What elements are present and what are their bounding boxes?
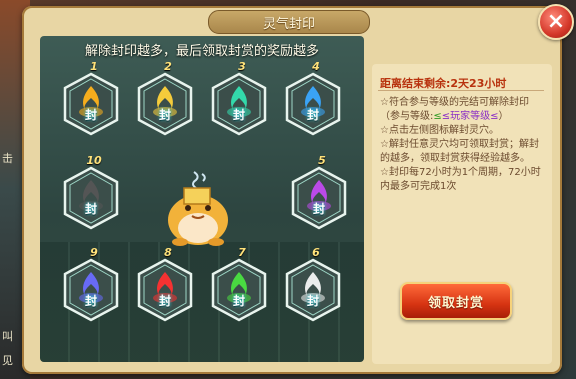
rules-text: ☆符合参与等级的完结可解除封印 （参与等级:≤≤玩家等级≤） ☆点击左侧图标解封… (380, 96, 548, 194)
rule-eligible: ☆符合参与等级的完结可解除封印 (380, 97, 529, 108)
panel-title: 灵气封印 (208, 10, 370, 34)
countdown-value: 2天23小时 (450, 77, 507, 90)
seal-slot-10[interactable]: 10 封 (62, 154, 120, 230)
seal-hexagon-icon (137, 258, 193, 322)
seal-label: 封 (312, 202, 325, 216)
seal-label: 封 (232, 108, 245, 122)
seal-hexagon-icon (211, 72, 267, 136)
seal-hexagon-icon (137, 72, 193, 136)
seal-hexagon-icon (291, 166, 347, 230)
seal-hexagon-icon (63, 166, 119, 230)
seal-label: 封 (232, 294, 245, 308)
seal-slot-7[interactable]: 7封 (210, 246, 268, 322)
info-divider (378, 90, 544, 91)
seal-label: 封 (84, 202, 97, 216)
side-text-b: 叫 (2, 330, 13, 343)
close-button[interactable]: × (538, 4, 574, 40)
side-text-a: 击 (2, 152, 13, 165)
seal-slot-6[interactable]: 6封 (284, 246, 342, 322)
rule-level-min: ≤ (433, 111, 442, 122)
rule-cycle: ☆封印每72小时为1个周期，72小时内最多可完成1次 (380, 167, 541, 192)
seal-label: 封 (306, 294, 319, 308)
seal-label: 封 (84, 294, 97, 308)
seal-label: 封 (306, 108, 319, 122)
seal-hexagon-icon (285, 72, 341, 136)
seal-slot-5[interactable]: 5封 (290, 154, 348, 230)
seal-slot-2[interactable]: 2封 (136, 60, 194, 136)
rule-level-prefix: （参与等级: (380, 111, 434, 122)
seal-label: 封 (158, 294, 171, 308)
seal-slot-8[interactable]: 8封 (136, 246, 194, 322)
claim-reward-button[interactable]: 领取封赏 (400, 282, 512, 320)
close-icon: × (546, 9, 566, 34)
rule-level-suffix: ） (498, 111, 509, 122)
rule-click: ☆点击左侧图标解封灵穴。 (380, 125, 499, 136)
seal-label: 封 (158, 108, 171, 122)
countdown: 距离结束剩余:2天23小时 (380, 72, 550, 91)
seal-hexagon-icon (63, 72, 119, 136)
seal-hexagon-icon (211, 258, 267, 322)
seal-hexagon-icon (63, 258, 119, 322)
rule-reward: ☆解封任意灵穴均可领取封赏；解封的越多，领取封赏获得经验越多。 (380, 139, 539, 164)
spirit-creature-icon (168, 171, 228, 246)
seal-slot-1[interactable]: 1封 (62, 60, 120, 136)
seal-slot-4[interactable]: 4封 (284, 60, 342, 136)
reward-banner: 解除封印越多，最后领取封赏的奖励越多 (84, 43, 319, 59)
side-text-c: 见 (2, 354, 13, 367)
rule-level-player: ≤玩家等级≤ (441, 111, 499, 122)
seal-label: 封 (84, 108, 97, 122)
seal-slot-9[interactable]: 9封 (62, 246, 120, 322)
seal-hexagon-icon (285, 258, 341, 322)
countdown-label: 距离结束剩余: (380, 77, 451, 90)
rule-level-range: （参与等级:≤≤玩家等级≤） (380, 110, 548, 124)
seal-slot-3[interactable]: 3封 (210, 60, 268, 136)
